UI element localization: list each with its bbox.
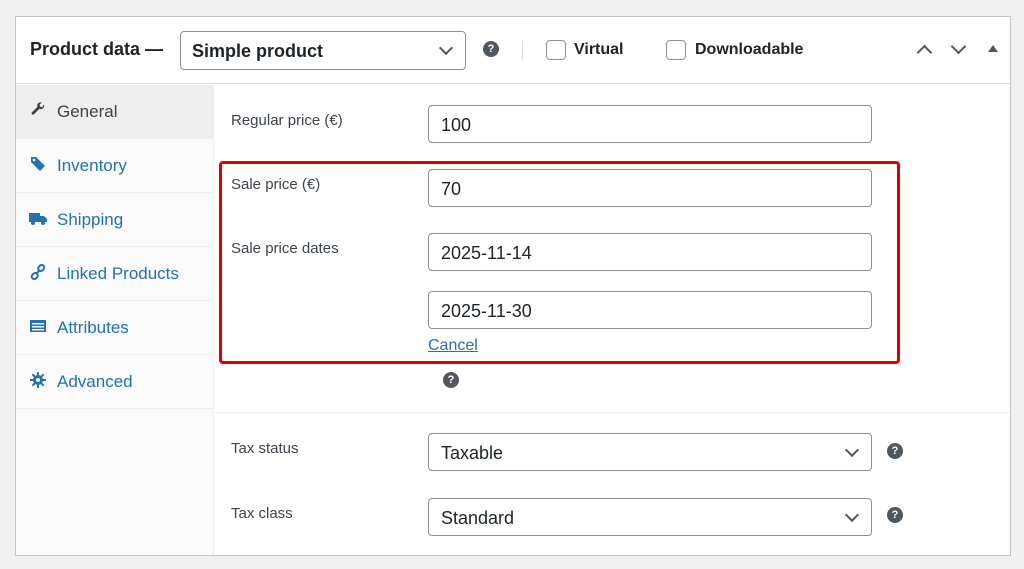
help-icon[interactable]: ?	[483, 41, 499, 57]
gear-icon	[29, 372, 47, 390]
regular-price-label: Regular price (€)	[231, 112, 343, 129]
tax-status-help-icon[interactable]: ?	[887, 443, 903, 459]
chevron-down-icon	[844, 442, 860, 458]
virtual-checkbox[interactable]	[546, 40, 566, 60]
tax-status-value: Taxable	[441, 443, 504, 463]
tag-icon	[29, 156, 47, 174]
tab-inventory[interactable]: Inventory	[16, 139, 214, 193]
list-icon	[29, 318, 47, 336]
link-icon	[29, 263, 47, 282]
downloadable-label[interactable]: Downloadable	[695, 41, 803, 59]
product-data-header: Product data — Simple product ? Virtual …	[16, 17, 1010, 84]
collapse-toggle-icon[interactable]	[988, 45, 998, 52]
tax-class-label: Tax class	[231, 505, 293, 522]
sale-dates-help-icon[interactable]: ?	[443, 372, 459, 388]
header-divider	[522, 42, 523, 60]
product-type-value: Simple product	[192, 41, 324, 61]
tab-shipping-label: Shipping	[57, 210, 124, 229]
tab-general-label: General	[57, 102, 118, 121]
tab-linked-products[interactable]: Linked Products	[16, 247, 214, 301]
tax-class-value: Standard	[441, 508, 515, 528]
product-data-panel: Product data — Simple product ? Virtual …	[15, 16, 1011, 556]
product-type-select[interactable]: Simple product	[180, 31, 466, 70]
tax-status-select[interactable]: Taxable	[428, 433, 872, 471]
tab-inventory-label: Inventory	[57, 156, 127, 175]
wrench-icon	[29, 102, 47, 120]
tab-advanced-label: Advanced	[57, 372, 133, 391]
section-divider	[215, 412, 1010, 413]
sale-fields-highlight	[219, 161, 900, 364]
tab-shipping[interactable]: Shipping	[16, 193, 214, 247]
tab-general[interactable]: General	[16, 85, 214, 139]
tab-attributes[interactable]: Attributes	[16, 301, 214, 355]
regular-price-value: 100	[441, 115, 472, 135]
downloadable-checkbox[interactable]	[666, 40, 686, 60]
tab-linked-products-label: Linked Products	[57, 264, 179, 283]
virtual-label[interactable]: Virtual	[574, 41, 624, 59]
regular-price-input[interactable]: 100	[428, 105, 872, 143]
tax-class-select[interactable]: Standard	[428, 498, 872, 536]
product-data-tabs: General Inventory Shipping Linked Produc…	[16, 85, 214, 555]
tab-attributes-label: Attributes	[57, 318, 129, 337]
panel-title: Product data —	[30, 39, 164, 59]
tax-status-label: Tax status	[231, 440, 299, 457]
tax-class-help-icon[interactable]: ?	[887, 507, 903, 523]
truck-icon	[29, 210, 47, 228]
move-down-icon[interactable]	[950, 38, 967, 55]
tab-advanced[interactable]: Advanced	[16, 355, 214, 409]
move-up-icon[interactable]	[916, 44, 933, 61]
chevron-down-icon	[844, 507, 860, 523]
chevron-down-icon	[438, 40, 454, 56]
